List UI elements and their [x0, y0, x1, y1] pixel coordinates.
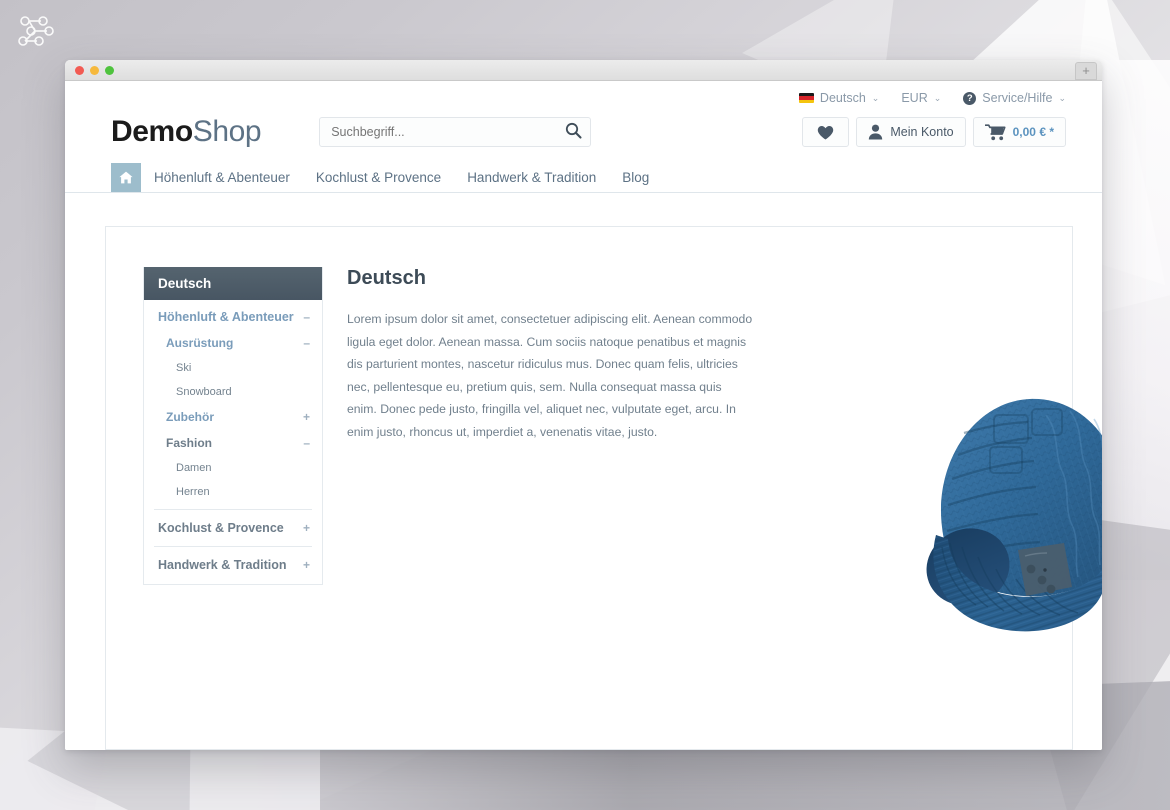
sidebar-item-herren[interactable]: Herren [144, 480, 322, 504]
chevron-down-icon: ⌄ [933, 92, 942, 103]
sidebar-item-snowboard[interactable]: Snowboard [144, 380, 322, 404]
cart-button[interactable]: 0,00 € * [972, 117, 1066, 147]
search-input[interactable] [319, 117, 592, 147]
heart-icon [818, 125, 834, 139]
nav-item-1[interactable]: Kochlust & Provence [303, 163, 454, 192]
chevron-down-icon: ⌄ [871, 92, 880, 103]
sidebar-item-label: Snowboard [176, 386, 232, 398]
shop-topbar: Deutsch ⌄ EUR ⌄ ? Service/Hilfe ⌄ [65, 81, 1102, 105]
sidebar-item-label: Zubehör [166, 410, 214, 424]
logo-bold-part: Demo [111, 115, 193, 148]
header-actions: Mein Konto 0,00 € * [802, 117, 1066, 147]
sidebar-item-fashion[interactable]: Fashion – [144, 430, 322, 456]
browser-titlebar: + [65, 60, 1102, 81]
browser-viewport: Deutsch ⌄ EUR ⌄ ? Service/Hilfe ⌄ DemoSh… [65, 81, 1102, 750]
bluetooth-patch [1018, 543, 1072, 596]
sidebar-item-label: Höhenluft & Abenteuer [158, 310, 294, 324]
network-nodes-logo [18, 16, 54, 46]
sidebar-item-handwerk-tradition[interactable]: Handwerk & Tradition + [144, 552, 322, 578]
service-help-menu[interactable]: ? Service/Hilfe ⌄ [963, 91, 1066, 105]
expand-toggle-icon[interactable]: + [303, 410, 310, 424]
collapse-toggle-icon[interactable]: – [303, 436, 310, 450]
wishlist-button[interactable] [802, 117, 850, 147]
service-help-label: Service/Hilfe [982, 91, 1053, 105]
home-icon [119, 171, 133, 184]
nav-item-0[interactable]: Höhenluft & Abenteuer [141, 163, 303, 192]
sidebar-item-hoehenluft-abenteuer[interactable]: Höhenluft & Abenteuer – [144, 304, 322, 330]
sidebar-title: Deutsch [144, 267, 322, 300]
sidebar-item-label: Fashion [166, 436, 213, 450]
cart-total: 0,00 € * [1012, 125, 1054, 139]
question-mark-icon: ? [963, 91, 977, 105]
desktop-background: + Deutsch ⌄ EUR ⌄ ? Service/Hilfe ⌄ Demo… [0, 0, 1170, 810]
search-container [319, 117, 592, 147]
expand-toggle-icon[interactable]: + [303, 558, 310, 572]
main-navigation: Höhenluft & Abenteuer Kochlust & Provenc… [65, 163, 1102, 193]
article-content: Deutsch Lorem ipsum dolor sit amet, cons… [323, 267, 753, 585]
chevron-down-icon: ⌄ [1058, 92, 1066, 103]
browser-window: + Deutsch ⌄ EUR ⌄ ? Service/Hilfe ⌄ Demo… [65, 60, 1102, 750]
german-flag-icon [798, 93, 814, 103]
new-tab-button[interactable]: + [1075, 62, 1097, 80]
language-label: Deutsch [819, 91, 866, 105]
currency-label: EUR [901, 91, 928, 105]
logo-light-part: Shop [192, 115, 262, 148]
sidebar-item-ski[interactable]: Ski [144, 356, 322, 380]
sidebar-item-ausruestung[interactable]: Ausrüstung – [144, 330, 322, 356]
expand-toggle-icon[interactable]: + [303, 521, 310, 535]
nav-item-2[interactable]: Handwerk & Tradition [454, 163, 609, 192]
collapse-toggle-icon[interactable]: – [303, 310, 310, 324]
user-icon [869, 124, 883, 140]
sidebar-divider [154, 546, 312, 547]
sidebar-item-label: Kochlust & Provence [158, 521, 284, 535]
page-content-card: Deutsch Höhenluft & Abenteuer – Ausrüstu… [105, 226, 1102, 750]
window-controls[interactable] [75, 66, 114, 75]
sidebar-list: Höhenluft & Abenteuer – Ausrüstung – Ski [144, 300, 322, 584]
cart-icon [984, 123, 1006, 140]
sidebar-item-label: Ski [176, 362, 192, 374]
minimize-window-button[interactable] [90, 66, 99, 75]
maximize-window-button[interactable] [105, 66, 114, 75]
shop-header: DemoShop Suchbegriff... Mein Konto 0,00 … [65, 105, 1102, 163]
language-selector[interactable]: Deutsch ⌄ [798, 91, 880, 105]
page-title: Deutsch [347, 267, 426, 289]
sidebar-item-damen[interactable]: Damen [144, 456, 322, 480]
shop-logo[interactable]: DemoShop [111, 115, 262, 149]
nav-item-3[interactable]: Blog [609, 163, 662, 192]
collapse-toggle-icon[interactable]: – [303, 336, 310, 350]
article-body: Lorem ipsum dolor sit amet, consectetuer… [347, 312, 753, 439]
product-image-beanie [926, 398, 1102, 632]
account-label: Mein Konto [890, 125, 954, 139]
sidebar-item-label: Damen [176, 462, 212, 474]
sidebar-item-zubehoer[interactable]: Zubehör + [144, 404, 322, 430]
currency-selector[interactable]: EUR ⌄ [901, 91, 941, 105]
sidebar-item-label: Herren [176, 486, 210, 498]
sidebar-item-label: Ausrüstung [166, 336, 234, 350]
category-sidebar: Deutsch Höhenluft & Abenteuer – Ausrüstu… [143, 267, 323, 585]
account-button[interactable]: Mein Konto [856, 117, 966, 147]
sidebar-item-kochlust-provence[interactable]: Kochlust & Provence + [144, 515, 322, 541]
search-icon [565, 122, 582, 139]
sidebar-divider [154, 509, 312, 510]
sidebar-item-label: Handwerk & Tradition [158, 558, 287, 572]
close-window-button[interactable] [75, 66, 84, 75]
nav-home-button[interactable] [111, 163, 141, 192]
search-button[interactable] [561, 121, 585, 143]
